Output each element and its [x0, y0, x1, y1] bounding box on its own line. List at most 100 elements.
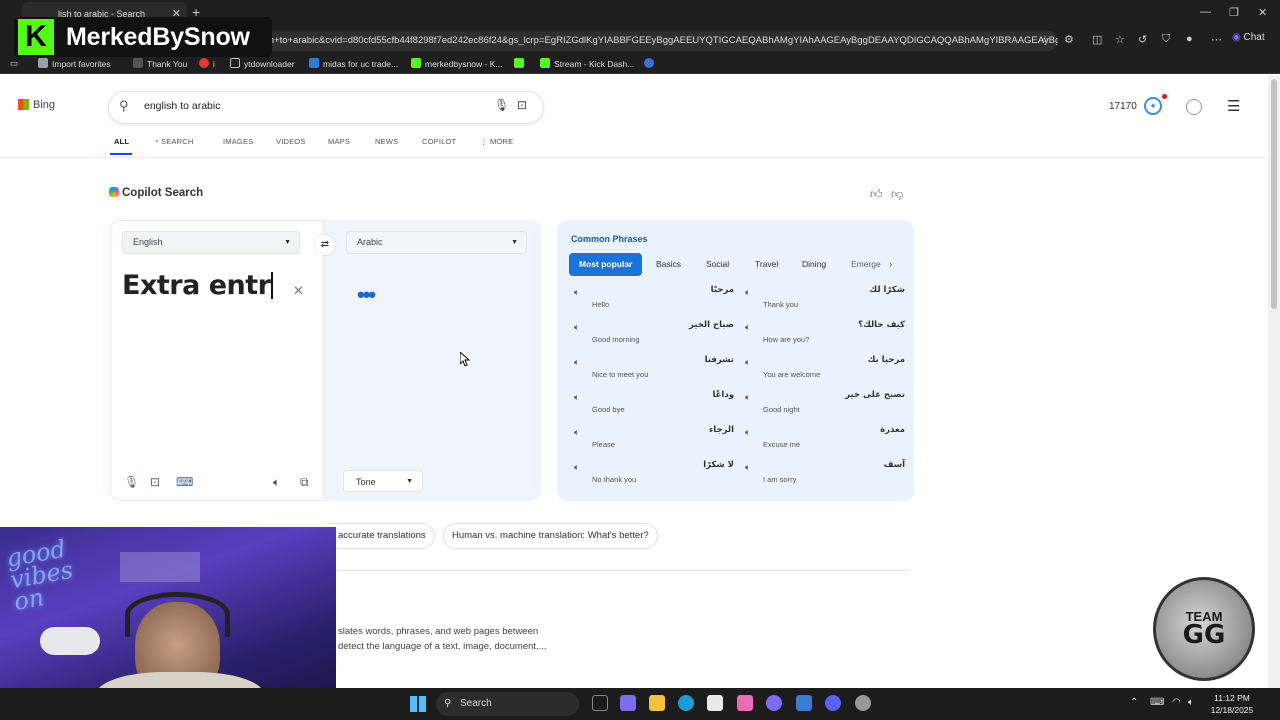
system-clock[interactable]: 11:12 PM 12/18/2025 — [1206, 692, 1258, 716]
windows-start-icon[interactable] — [410, 696, 426, 712]
phrase-tab-dining[interactable]: Dining — [792, 253, 836, 276]
speaker-icon[interactable]: 🔈︎ — [745, 462, 750, 473]
source-text-input[interactable]: Extra entr — [122, 270, 273, 301]
tab-images[interactable]: IMAGES — [223, 137, 253, 146]
target-language-select[interactable]: Arabic ▼ — [346, 231, 527, 254]
fav-import-favorites[interactable]: Import favorites — [38, 58, 111, 69]
task-view-icon[interactable] — [592, 695, 608, 711]
speaker-icon[interactable]: 🔈︎ — [574, 357, 579, 368]
favorites-icon[interactable]: ☆ — [1115, 33, 1125, 46]
more-options-icon[interactable]: ⋯ — [1211, 33, 1222, 46]
hamburger-menu-icon[interactable]: ☰ — [1227, 97, 1240, 115]
speaker-icon[interactable]: 🔈︎ — [745, 427, 750, 438]
search-input[interactable]: english to arabic — [144, 100, 220, 112]
tab-news[interactable]: NEWS — [375, 137, 398, 146]
language-icon[interactable]: ⌨ — [1150, 697, 1164, 708]
fav-merkedbysnow[interactable]: merkedbysnow - K... — [411, 58, 502, 69]
fav-thank-you[interactable]: Thank You — [133, 58, 187, 69]
tone-select[interactable]: Tone ▼ — [343, 470, 423, 492]
phrase-item[interactable]: 🔈︎ وداعًا Good bye — [572, 390, 734, 420]
microphone-icon[interactable]: 🎙 — [494, 98, 509, 112]
shield-icon[interactable]: ⛉ — [1162, 33, 1170, 46]
tab-more[interactable]: ⋮ MORE — [480, 137, 513, 146]
phrase-tab-most-popular[interactable]: Most popular — [569, 253, 643, 276]
favorite-star-icon[interactable]: ☆ — [1040, 33, 1050, 46]
bing-logo[interactable]: Bing — [18, 99, 55, 111]
chevron-right-icon[interactable]: › — [889, 259, 892, 270]
split-screen-icon[interactable]: ◫ — [1092, 33, 1102, 46]
app-icon[interactable] — [796, 695, 812, 711]
phrase-item[interactable]: 🔈︎ تشرفنا Nice to meet you — [572, 355, 734, 385]
copilot-chat-button[interactable]: ◉ Chat — [1232, 32, 1265, 43]
speaker-icon[interactable]: 🔈︎ — [745, 392, 750, 403]
speaker-icon[interactable]: 🔈︎ — [574, 287, 579, 298]
speaker-icon[interactable]: 🔈︎ — [574, 427, 579, 438]
fav-ytdownloader[interactable]: ytdownloader — [230, 58, 295, 69]
phrase-item[interactable]: 🔈︎ كيف حالك؟ How are you? — [743, 320, 905, 350]
history-icon[interactable]: ↺ — [1138, 33, 1147, 46]
scrollbar-thumb[interactable] — [1271, 79, 1277, 309]
tab-all[interactable]: ALL — [114, 137, 129, 146]
phrase-tab-emergency[interactable]: Emerge — [841, 253, 891, 276]
page-scrollbar[interactable] — [1268, 75, 1280, 688]
speaker-icon[interactable]: 🔈︎ — [273, 475, 280, 490]
teams-icon[interactable] — [620, 695, 636, 711]
tab-videos[interactable]: VIDEOS — [276, 137, 306, 146]
fav-kick[interactable] — [514, 58, 528, 69]
speaker-icon[interactable]: 🔈︎ — [574, 462, 579, 473]
phrase-item[interactable]: 🔈︎ آسف I am sorry — [743, 460, 905, 490]
speaker-icon[interactable]: 🔈︎ — [574, 322, 579, 333]
profile-avatar-icon[interactable]: ● — [1186, 33, 1193, 45]
tab-search[interactable]: ◔ SEARCH — [154, 137, 193, 146]
copy-icon[interactable]: ⧉ — [300, 475, 309, 490]
visual-search-icon[interactable]: ⊡ — [517, 98, 527, 112]
volume-icon[interactable]: 🔈︎ — [1188, 697, 1194, 708]
store-icon[interactable] — [707, 695, 723, 711]
phrase-item[interactable]: 🔈︎ صباح الخير Good morning — [572, 320, 734, 350]
phrase-item[interactable]: 🔈︎ مرحبًا Hello — [572, 285, 734, 315]
fav-midas[interactable]: midas for uc trade... — [309, 58, 398, 69]
thumbs-up-icon[interactable]: 👍︎ — [870, 187, 883, 202]
phrase-item[interactable]: 🔈︎ الرجاء Please — [572, 425, 734, 455]
speaker-icon[interactable]: 🔈︎ — [745, 357, 750, 368]
phrase-item[interactable]: 🔈︎ شكرًا لك Thank you — [743, 285, 905, 315]
address-bar[interactable]: sh+to+arabic&cvid=d80cfd55cfb44f8298f7ed… — [250, 31, 1058, 51]
tab-maps[interactable]: MAPS — [328, 137, 350, 146]
phrase-item[interactable]: 🔈︎ تصبح على خير Good night — [743, 390, 905, 420]
copilot-icon[interactable] — [766, 695, 782, 711]
thumbs-down-icon[interactable]: 👎︎ — [891, 187, 903, 202]
taskbar-search[interactable]: ⚲ Search — [436, 692, 579, 716]
microphone-icon[interactable]: 🎙 — [124, 475, 139, 489]
source-language-select[interactable]: English ▼ — [122, 231, 300, 254]
phrase-item[interactable]: 🔈︎ مرحبا بك You are welcome — [743, 355, 905, 385]
phrase-tab-basics[interactable]: Basics — [646, 253, 691, 276]
fav-stream-kick[interactable]: Stream - Kick Dash... — [540, 58, 634, 69]
maximize-button[interactable]: ❐ — [1229, 6, 1239, 19]
speaker-icon[interactable]: 🔈︎ — [745, 322, 750, 333]
file-explorer-icon[interactable] — [649, 695, 665, 711]
rewards-points[interactable]: 17170 — [1109, 101, 1137, 112]
wifi-icon[interactable]: ◠ — [1172, 697, 1181, 708]
phrase-item[interactable]: 🔈︎ معذرة Excuse me — [743, 425, 905, 455]
favorites-bar-icon[interactable]: ▭ — [10, 58, 18, 69]
tab-copilot[interactable]: COPILOT — [422, 137, 456, 146]
phrase-item[interactable]: 🔈︎ لا شكرًا No thank you — [572, 460, 734, 490]
related-query-pill[interactable]: Human vs. machine translation: What's be… — [443, 523, 658, 549]
paint-icon[interactable] — [737, 695, 753, 711]
speaker-icon[interactable]: 🔈︎ — [745, 287, 750, 298]
profile-icon[interactable] — [1186, 99, 1202, 115]
swap-languages-button[interactable]: ⇄ — [315, 235, 335, 255]
fav-search[interactable] — [644, 58, 658, 69]
rewards-medal-icon[interactable]: ✦ — [1144, 97, 1162, 115]
discord-icon[interactable] — [825, 695, 841, 711]
clear-text-icon[interactable]: ✕ — [293, 283, 304, 299]
speaker-icon[interactable]: 🔈︎ — [574, 392, 579, 403]
close-window-button[interactable]: ✕ — [1258, 6, 1267, 19]
search-box[interactable]: ⚲ english to arabic 🎙 ⊡ — [109, 92, 543, 123]
keyboard-icon[interactable]: ⌨ — [176, 475, 193, 489]
related-query-pill[interactable]: accurate translations — [330, 523, 435, 549]
minimize-button[interactable]: — — [1200, 6, 1211, 18]
edge-icon[interactable] — [678, 695, 694, 711]
tray-chevron-icon[interactable]: ⌃ — [1130, 697, 1138, 708]
phrase-tab-travel[interactable]: Travel — [745, 253, 788, 276]
